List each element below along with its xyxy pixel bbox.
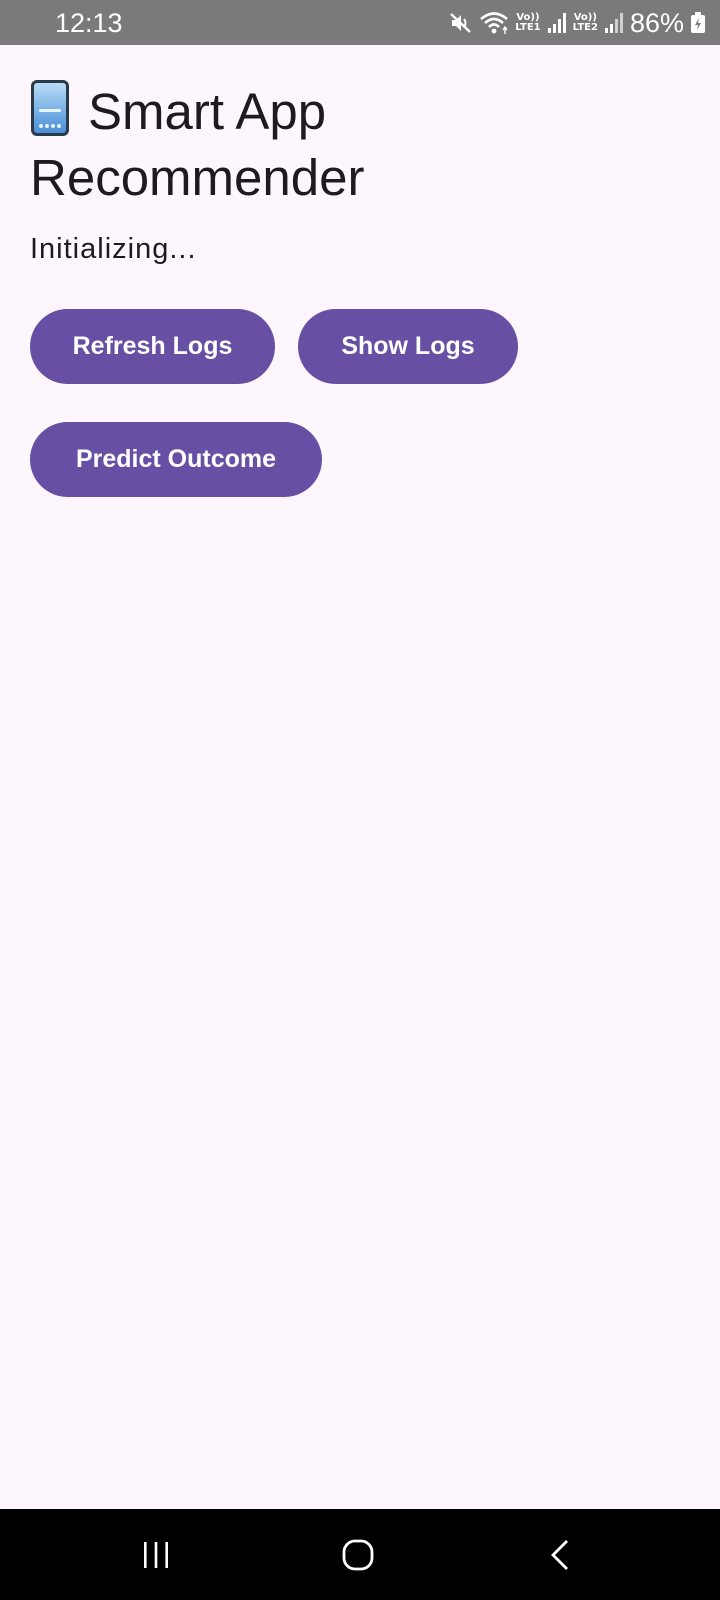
signal-icon (547, 12, 567, 34)
network-label-2: Vo)) LTE2 (573, 13, 598, 33)
network-1-lte: LTE1 (515, 22, 541, 33)
status-icons: Vo)) LTE1 Vo)) LTE2 86% (449, 7, 706, 39)
mobile-phone-icon (30, 79, 70, 137)
navigation-bar (0, 1509, 720, 1600)
status-bar: 12:13 Vo)) LTE1 Vo)) LTE2 86% (0, 0, 720, 45)
back-icon[interactable] (530, 1529, 590, 1581)
signal-icon (604, 12, 624, 34)
status-time: 12:13 (55, 8, 123, 38)
wifi-icon (479, 10, 509, 36)
page-title: Smart App Recommender (30, 79, 450, 211)
recents-icon[interactable] (126, 1529, 186, 1581)
battery-charging-icon (690, 12, 706, 34)
status-message: Initializing... (30, 233, 197, 265)
home-icon[interactable] (328, 1529, 388, 1581)
battery-percentage: 86% (629, 8, 684, 38)
main-content: Smart App Recommender Initializing... Re… (0, 45, 720, 1509)
mute-icon (449, 11, 473, 35)
refresh-logs-button[interactable]: Refresh Logs (30, 309, 275, 384)
network-label-1: Vo)) LTE1 (515, 13, 540, 33)
page-title-text: Smart App Recommender (30, 83, 365, 206)
predict-outcome-button[interactable]: Predict Outcome (30, 422, 322, 497)
show-logs-button[interactable]: Show Logs (298, 309, 518, 384)
network-2-lte: LTE2 (572, 22, 598, 33)
